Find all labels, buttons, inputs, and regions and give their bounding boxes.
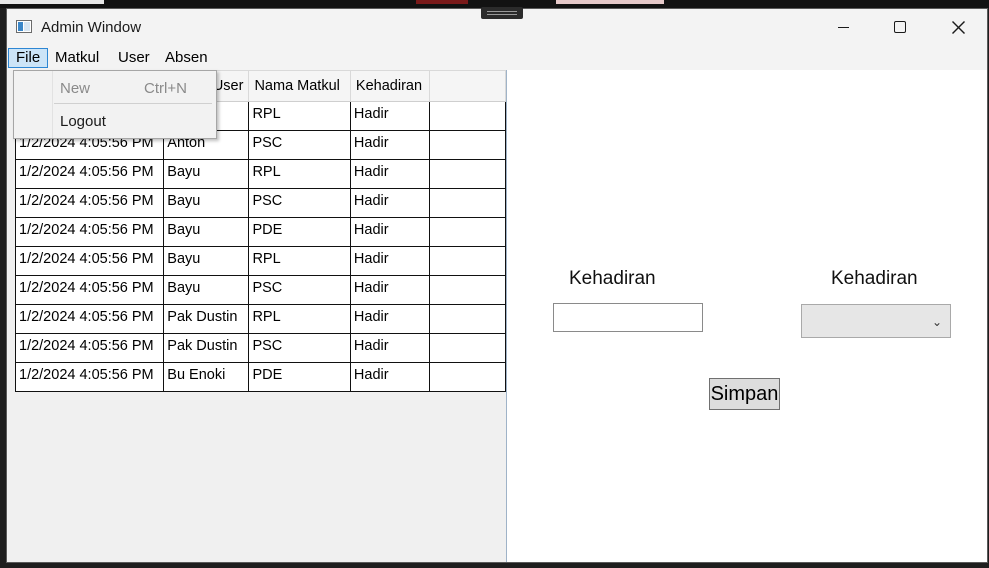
cell-matkul[interactable]: PDE: [248, 362, 351, 392]
menu-absen[interactable]: Absen: [158, 48, 215, 68]
table-row[interactable]: 1/2/2024 4:05:56 PM Bayu RPL Hadir: [14, 246, 507, 276]
cell-empty[interactable]: [428, 130, 507, 160]
column-header-kehadiran[interactable]: Kehadiran: [349, 70, 430, 102]
cell-kehadiran[interactable]: Hadir: [349, 188, 430, 218]
menu-item-logout[interactable]: Logout: [60, 113, 106, 130]
menu-file[interactable]: File: [8, 48, 49, 68]
attendance-grid-pane: User Nama Matkul Kehadiran RPL Hadir 1/2…: [8, 70, 507, 562]
cell-date[interactable]: 1/2/2024 4:05:56 PM: [14, 275, 165, 305]
cell-kehadiran[interactable]: Hadir: [349, 217, 430, 247]
kehadiran-text-input[interactable]: [553, 303, 703, 332]
cell-empty[interactable]: [428, 275, 507, 305]
simpan-button[interactable]: Simpan: [709, 378, 780, 410]
cell-user[interactable]: Bayu: [163, 246, 250, 276]
table-row[interactable]: 1/2/2024 4:05:56 PM Bayu PSC Hadir: [14, 275, 507, 305]
admin-window: Admin Window File Matkul User Absen User…: [6, 7, 988, 563]
cell-date[interactable]: 1/2/2024 4:05:56 PM: [14, 333, 165, 363]
cell-kehadiran[interactable]: Hadir: [349, 362, 430, 392]
cell-empty[interactable]: [428, 362, 507, 392]
cell-matkul[interactable]: RPL: [248, 246, 351, 276]
cell-kehadiran[interactable]: Hadir: [349, 101, 430, 131]
kehadiran-label-left: Kehadiran: [569, 268, 656, 289]
cell-date[interactable]: 1/2/2024 4:05:56 PM: [14, 304, 165, 334]
cell-user[interactable]: Bayu: [163, 275, 250, 305]
cell-date[interactable]: 1/2/2024 4:05:56 PM: [14, 159, 165, 189]
table-row[interactable]: 1/2/2024 4:05:56 PM Bayu PSC Hadir: [14, 188, 507, 218]
file-dropdown-menu: New Ctrl+N Logout: [13, 70, 217, 139]
cell-user[interactable]: Bayu: [163, 188, 250, 218]
cell-user[interactable]: Bayu: [163, 217, 250, 247]
window-title: Admin Window: [41, 19, 142, 36]
table-row[interactable]: 1/2/2024 4:05:56 PM Bu Enoki PDE Hadir: [14, 362, 507, 392]
cell-user[interactable]: Pak Dustin: [163, 333, 250, 363]
close-icon: [952, 21, 965, 34]
cell-empty[interactable]: [428, 246, 507, 276]
cell-matkul[interactable]: PSC: [248, 333, 351, 363]
column-header-nama-matkul[interactable]: Nama Matkul: [248, 70, 351, 102]
cell-empty[interactable]: [428, 217, 507, 247]
cell-kehadiran[interactable]: Hadir: [349, 159, 430, 189]
cell-empty[interactable]: [428, 188, 507, 218]
kehadiran-label-right: Kehadiran: [831, 268, 918, 289]
chevron-down-icon: ⌄: [931, 315, 942, 329]
cell-kehadiran[interactable]: Hadir: [349, 246, 430, 276]
menu-separator: [54, 103, 212, 104]
cell-matkul[interactable]: PSC: [248, 275, 351, 305]
table-row[interactable]: 1/2/2024 4:05:56 PM Pak Dustin PSC Hadir: [14, 333, 507, 363]
cell-kehadiran[interactable]: Hadir: [349, 130, 430, 160]
cell-user[interactable]: Pak Dustin: [163, 304, 250, 334]
maximize-button[interactable]: [871, 9, 929, 47]
cell-matkul[interactable]: RPL: [248, 304, 351, 334]
menu-user[interactable]: User: [111, 48, 157, 68]
cell-empty[interactable]: [428, 101, 507, 131]
cell-date[interactable]: 1/2/2024 4:05:56 PM: [14, 362, 165, 392]
cell-matkul[interactable]: RPL: [248, 101, 351, 131]
cell-user[interactable]: Bu Enoki: [163, 362, 250, 392]
table-row[interactable]: 1/2/2024 4:05:56 PM Bayu RPL Hadir: [14, 159, 507, 189]
cell-user[interactable]: Bayu: [163, 159, 250, 189]
title-bar[interactable]: Admin Window: [7, 9, 987, 47]
menu-matkul[interactable]: Matkul: [48, 48, 106, 68]
cell-date[interactable]: 1/2/2024 4:05:56 PM: [14, 246, 165, 276]
column-header-empty: [428, 70, 507, 102]
table-row[interactable]: 1/2/2024 4:05:56 PM Bayu PDE Hadir: [14, 217, 507, 247]
cell-empty[interactable]: [428, 304, 507, 334]
app-icon: [16, 20, 32, 33]
attendance-form-pane: Kehadiran Kehadiran ⌄ Simpan: [507, 70, 987, 562]
table-row[interactable]: 1/2/2024 4:05:56 PM Pak Dustin RPL Hadir: [14, 304, 507, 334]
minimize-button[interactable]: [813, 9, 871, 47]
cell-date[interactable]: 1/2/2024 4:05:56 PM: [14, 217, 165, 247]
cell-kehadiran[interactable]: Hadir: [349, 333, 430, 363]
cell-matkul[interactable]: PSC: [248, 188, 351, 218]
menu-item-new-shortcut: Ctrl+N: [144, 80, 187, 97]
kehadiran-combobox[interactable]: ⌄: [801, 304, 951, 338]
menu-bar: File Matkul User Absen: [7, 47, 987, 69]
cell-empty[interactable]: [428, 333, 507, 363]
cell-matkul[interactable]: RPL: [248, 159, 351, 189]
cell-matkul[interactable]: PDE: [248, 217, 351, 247]
cell-empty[interactable]: [428, 159, 507, 189]
close-button[interactable]: [929, 9, 987, 47]
cell-date[interactable]: 1/2/2024 4:05:56 PM: [14, 188, 165, 218]
cell-matkul[interactable]: PSC: [248, 130, 351, 160]
cell-kehadiran[interactable]: Hadir: [349, 275, 430, 305]
cell-kehadiran[interactable]: Hadir: [349, 304, 430, 334]
menu-item-new[interactable]: New: [60, 80, 90, 97]
